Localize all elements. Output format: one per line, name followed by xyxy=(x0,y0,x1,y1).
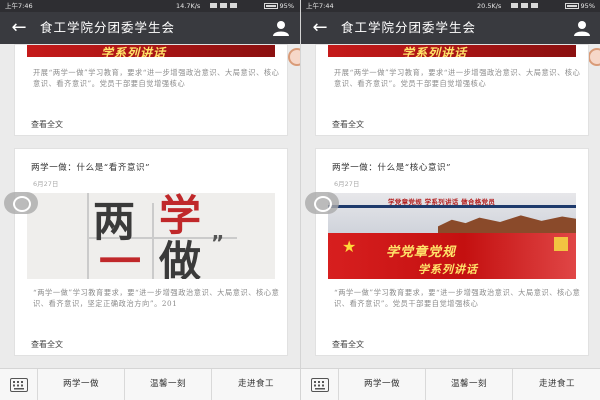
signal-icon xyxy=(511,3,571,9)
star-icon: ★ xyxy=(342,237,357,256)
profile-icon[interactable] xyxy=(573,19,591,37)
keyboard-toggle[interactable] xyxy=(0,369,38,400)
article-summary: 开展“两学一做”学习教育，要求“进一步增强政治意识、大局意识、核心意识、看齐意识… xyxy=(334,68,581,88)
article-title[interactable]: 两学一做：什么是“看齐意识” xyxy=(31,161,150,173)
bottom-menu-bar: 两学一做 温馨一刻 走进食工 xyxy=(301,368,600,400)
status-battery: 95% xyxy=(279,2,294,10)
floating-badge-icon[interactable] xyxy=(288,48,300,66)
image-line xyxy=(152,203,154,279)
image-slogan: 学党章党规 xyxy=(386,245,457,260)
phone-screen-left: 上午7:46 14.7K/s 95% ← 食工学院分团委学生会 学系列讲话 开展… xyxy=(0,0,300,400)
article-cover-image[interactable]: 学党章党规 学系列讲话 做合格党员 ★ 学党章党规 学系列讲话 xyxy=(328,193,576,279)
article-date: 6月27日 xyxy=(334,180,360,188)
status-network-speed: 14.7K/s xyxy=(176,2,201,10)
article-cover-image[interactable]: 两 学 一 做 ” xyxy=(27,193,275,279)
page-title: 食工学院分团委学生会 xyxy=(40,20,176,35)
keyboard-icon xyxy=(10,378,28,392)
red-flag-graphic: ★ 学党章党规 学系列讲话 xyxy=(328,233,576,279)
menu-item[interactable]: 两学一做 xyxy=(38,369,124,400)
image-quote-mark: ” xyxy=(211,231,225,255)
bottom-menu-bar: 两学一做 温馨一刻 走进食工 xyxy=(0,368,300,400)
image-character: 一 xyxy=(99,237,142,280)
battery-icon xyxy=(264,3,278,9)
back-arrow-icon[interactable]: ← xyxy=(6,15,32,41)
phone-screen-right: 上午7:44 20.5K/s 95% ← 食工学院分团委学生会 学系列讲话 开展… xyxy=(300,0,600,400)
image-character: 学 xyxy=(159,193,202,240)
article-summary: “两学一做”学习教育要求，要“进一步增强政治意识、大局意识、核心意识、看齐意识，… xyxy=(33,288,280,308)
menu-item[interactable]: 走进食工 xyxy=(212,369,300,400)
keyboard-icon xyxy=(311,378,329,392)
keyboard-toggle[interactable] xyxy=(301,369,339,400)
back-arrow-icon[interactable]: ← xyxy=(307,15,333,41)
read-more-link[interactable]: 查看全文 xyxy=(31,339,63,350)
page-title: 食工学院分团委学生会 xyxy=(341,20,477,35)
article-date: 6月27日 xyxy=(33,180,59,188)
menu-item[interactable]: 温馨一刻 xyxy=(426,369,512,400)
header-bar: ← 食工学院分团委学生会 xyxy=(301,12,600,44)
article-title[interactable]: 两学一做：什么是“核心意识” xyxy=(332,161,451,173)
floating-assistive-button[interactable] xyxy=(305,192,339,214)
read-more-link[interactable]: 查看全文 xyxy=(332,339,364,350)
read-more-link[interactable]: 查看全文 xyxy=(31,119,63,130)
floating-badge-icon[interactable] xyxy=(588,48,600,66)
header-bar: ← 食工学院分团委学生会 xyxy=(0,12,300,44)
status-bar: 上午7:44 20.5K/s 95% xyxy=(301,0,600,12)
article-card[interactable]: 两学一做：什么是“核心意识” 6月27日 学党章党规 学系列讲话 做合格党员 ★… xyxy=(315,148,589,356)
image-slogan: 学系列讲话 xyxy=(418,263,478,276)
banner-text: 学系列讲话 xyxy=(101,46,167,57)
status-network-speed: 20.5K/s xyxy=(477,2,502,10)
signal-icon xyxy=(210,3,270,9)
read-more-link[interactable]: 查看全文 xyxy=(332,119,364,130)
profile-icon[interactable] xyxy=(272,19,290,37)
image-character: 做 xyxy=(159,237,202,280)
menu-item[interactable]: 走进食工 xyxy=(513,369,600,400)
article-summary: “两学一做”学习教育要求，要“进一步增强政治意识、大局意识、核心意识、看齐意识”… xyxy=(334,288,581,308)
article-banner-image: 学系列讲话 xyxy=(328,45,576,57)
banner-text: 学系列讲话 xyxy=(402,46,468,57)
menu-item[interactable]: 温馨一刻 xyxy=(125,369,211,400)
battery-icon xyxy=(565,3,579,9)
image-header-line xyxy=(328,205,576,208)
status-battery: 95% xyxy=(580,2,595,10)
menu-item[interactable]: 两学一做 xyxy=(339,369,425,400)
status-time: 上午7:46 xyxy=(5,2,33,10)
floating-assistive-button[interactable] xyxy=(4,192,38,214)
article-summary: 开展“两学一做”学习教育，要求“进一步增强政治意识、大局意识、核心意识、看齐意识… xyxy=(33,68,280,88)
image-line xyxy=(87,193,89,279)
article-card[interactable]: 学系列讲话 开展“两学一做”学习教育，要求“进一步增强政治意识、大局意识、核心意… xyxy=(14,44,288,136)
article-banner-image: 学系列讲话 xyxy=(27,45,275,57)
status-bar: 上午7:46 14.7K/s 95% xyxy=(0,0,300,12)
article-card[interactable]: 两学一做：什么是“看齐意识” 6月27日 两 学 一 做 ” “两学一做”学习教… xyxy=(14,148,288,356)
party-emblem-icon xyxy=(554,237,568,251)
status-time: 上午7:44 xyxy=(306,2,334,10)
article-card[interactable]: 学系列讲话 开展“两学一做”学习教育，要求“进一步增强政治意识、大局意识、核心意… xyxy=(315,44,589,136)
